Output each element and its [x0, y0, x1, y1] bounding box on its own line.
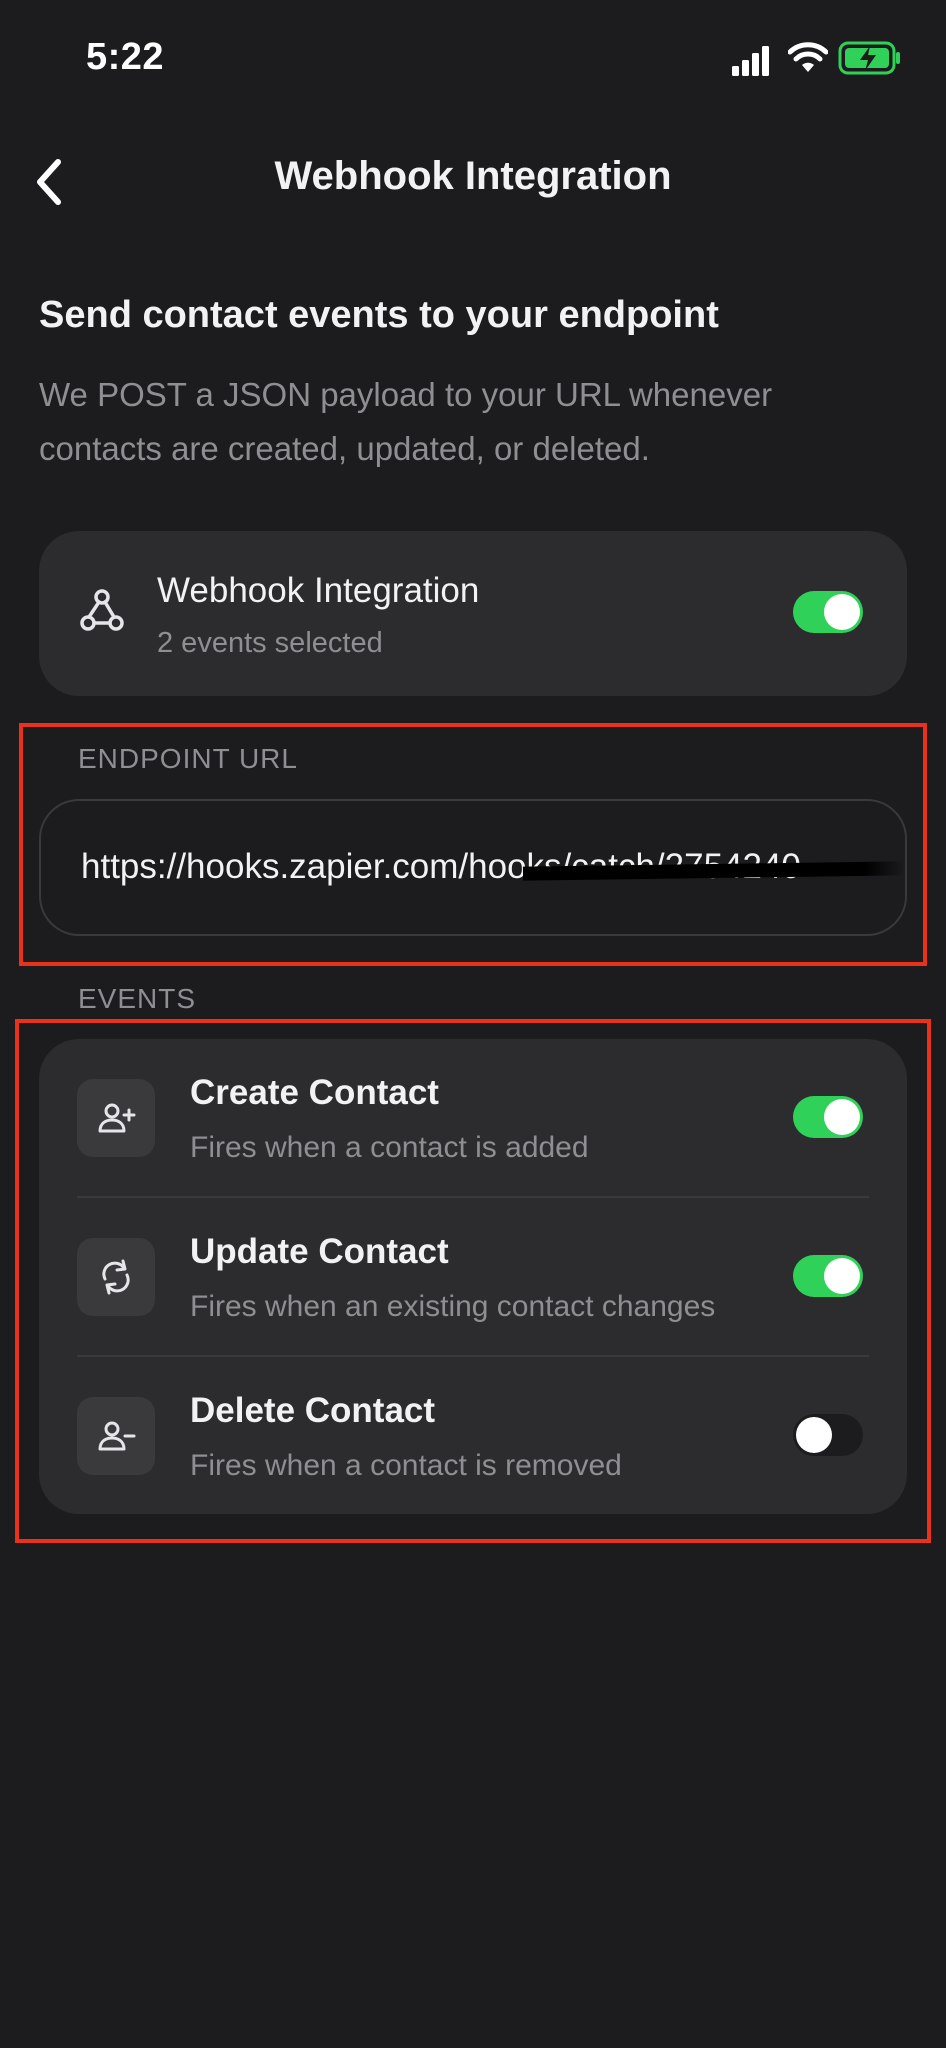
integration-card: Webhook Integration 2 events selected	[39, 531, 907, 696]
cellular-signal-icon	[732, 46, 769, 76]
endpoint-label: ENDPOINT URL	[78, 743, 298, 774]
event-row-create: Create Contact Fires when a contact is a…	[39, 1039, 907, 1198]
status-time: 5:22	[86, 36, 165, 78]
event-title: Delete Contact	[190, 1391, 436, 1430]
event-description: Fires when an existing contact changes	[190, 1290, 716, 1323]
section-heading: Send contact events to your endpoint	[39, 294, 719, 336]
event-description: Fires when a contact is removed	[190, 1449, 622, 1482]
event-title: Update Contact	[190, 1232, 449, 1271]
event-title: Create Contact	[190, 1073, 439, 1112]
update-contact-toggle[interactable]	[793, 1255, 863, 1297]
section-description: We POST a JSON payload to your URL whene…	[39, 376, 773, 467]
toggle-knob	[824, 1099, 860, 1135]
url-fade	[865, 801, 905, 934]
event-icon-box	[77, 1079, 155, 1157]
integration-title: Webhook Integration	[157, 571, 480, 610]
events-card: Create Contact Fires when a contact is a…	[39, 1039, 907, 1514]
page-title: Webhook Integration	[0, 154, 946, 199]
create-contact-toggle[interactable]	[793, 1096, 863, 1138]
toggle-knob	[824, 594, 860, 630]
screen: 5:22 Webhook Integration Send contact ev…	[0, 0, 946, 2048]
page-title-text: Webhook Integration	[274, 154, 672, 198]
endpoint-url-input[interactable]: https://hooks.zapier.com/hooks/catch/275…	[39, 799, 907, 936]
person-add-icon	[98, 1103, 136, 1133]
event-row-update: Update Contact Fires when an existing co…	[39, 1198, 907, 1357]
integration-subtitle: 2 events selected	[157, 627, 383, 659]
event-icon-box	[77, 1397, 155, 1475]
event-description: Fires when a contact is added	[190, 1131, 589, 1164]
battery-charging-icon	[838, 41, 900, 75]
events-label: EVENTS	[78, 983, 197, 1014]
refresh-icon	[102, 1259, 130, 1295]
delete-contact-toggle[interactable]	[793, 1414, 863, 1456]
wifi-icon	[788, 42, 828, 72]
toggle-knob	[796, 1417, 832, 1453]
webhook-icon	[80, 589, 124, 631]
toggle-knob	[824, 1258, 860, 1294]
integration-toggle[interactable]	[793, 591, 863, 633]
event-icon-box	[77, 1238, 155, 1316]
event-row-delete: Delete Contact Fires when a contact is r…	[39, 1357, 907, 1516]
person-remove-icon	[98, 1421, 136, 1451]
